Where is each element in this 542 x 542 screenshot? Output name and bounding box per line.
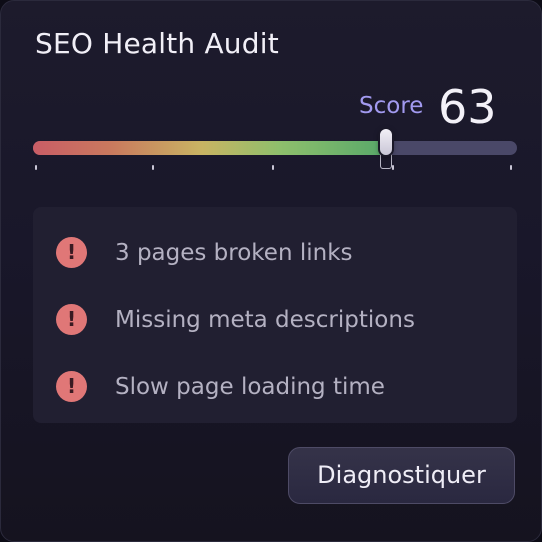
card-title: SEO Health Audit [35,27,279,60]
score-slider-fill [33,141,386,155]
list-item: ! Missing meta descriptions [33,286,517,353]
seo-audit-card: SEO Health Audit Score 63 ! 3 pages brok… [0,0,542,542]
slider-tick [392,165,394,170]
score-value: 63 [438,80,497,134]
list-item: ! 3 pages broken links [33,219,517,286]
slider-tick [152,165,154,170]
score-slider[interactable] [33,129,517,175]
issue-text: 3 pages broken links [115,239,353,266]
alert-circle-icon: ! [56,371,87,402]
alert-circle-icon: ! [56,304,87,335]
issues-panel: ! 3 pages broken links ! Missing meta de… [33,207,517,423]
score-slider-handle[interactable] [380,129,392,155]
list-item: ! Slow page loading time [33,353,517,420]
score-label: Score [359,93,424,119]
issue-text: Missing meta descriptions [115,306,415,333]
slider-tick [272,165,274,170]
slider-tick [35,165,37,170]
issue-text: Slow page loading time [115,373,385,400]
alert-circle-icon: ! [56,237,87,268]
slider-tick [510,165,512,170]
diagnose-button[interactable]: Diagnostiquer [288,447,515,504]
